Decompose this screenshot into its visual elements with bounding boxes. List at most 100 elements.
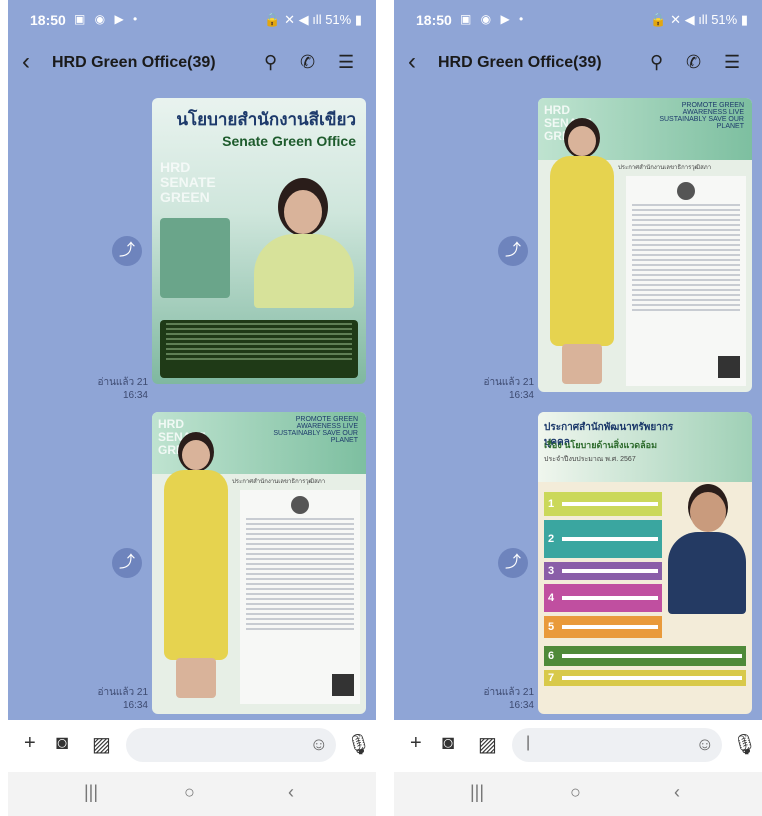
menu-icon[interactable]: ☰ [338,52,354,73]
image-message[interactable]: นโยบายสำนักงานสีเขียว Senate Green Offic… [152,98,366,384]
system-nav-bar: ||| ○ ‹ [394,772,762,816]
message-meta: อ่านแล้ว 21 16:34 [462,686,534,712]
read-label: อ่านแล้ว 21 [97,687,148,698]
policy-item: 2 [544,520,662,558]
home-icon[interactable]: ○ [184,782,195,803]
message-meta: อ่านแล้ว 21 16:34 [76,686,148,712]
search-icon[interactable]: ⚲ [264,52,277,73]
phone-icon[interactable]: ✆ [300,52,315,73]
announce-title: ประกาศสำนักงานเลขาธิการวุฒิสภา [618,165,712,171]
policy-item: 5 [544,616,662,638]
mic-icon[interactable]: 🎙 [732,732,757,757]
emoji-icon[interactable]: ☺ [310,734,328,755]
share-icon[interactable]: ⤴ [498,236,528,266]
share-icon[interactable]: ⤴ [498,548,528,578]
battery-level: 51% [711,12,738,27]
image-icon[interactable]: ▨ [478,732,497,757]
chat-title: HRD Green Office(39) [438,54,602,71]
notification-icons: ▣ ◉ ▶ • [74,12,141,26]
person-photo [542,118,622,388]
chat-title: HRD Green Office(39) [52,54,216,71]
notification-icons: ▣ ◉ ▶ • [460,12,527,26]
announce-title: ประกาศสำนักงานเลขาธิการวุฒิสภา [232,479,326,485]
building-image [160,218,230,298]
camera-icon[interactable]: ◙ [56,732,68,755]
message-time: 16:34 [122,700,148,711]
emoji-icon[interactable]: ☺ [696,734,714,755]
announcement-document [626,176,746,386]
status-time: 18:50 [416,12,452,28]
read-label: อ่านแล้ว 21 [97,377,148,388]
chat-header: ‹ HRD Green Office(39) ⚲ ✆ ☰ [394,40,762,88]
share-icon[interactable]: ⤴ [112,236,142,266]
message-meta: อ่านแล้ว 21 16:34 [462,376,534,402]
policy-item: 6 [544,646,746,666]
poster-title-english: Senate Green Office [222,133,356,149]
chat-header: ‹ HRD Green Office(39) ⚲ ✆ ☰ [8,40,376,88]
phone-screen-left: 18:50 ▣ ◉ ▶ • 🔒 ✕ ◀ ıll 51% ▮ ‹ HRD Gree… [8,0,376,816]
person-photo [666,484,748,614]
chevron-left-icon[interactable]: ‹ [22,48,30,76]
image-message[interactable]: ประกาศสำนักพัฒนาทรัพยากรบุคคล เรื่อง นโย… [538,412,752,714]
text-cursor: | [526,734,531,751]
read-label: อ่านแล้ว 21 [483,377,534,388]
input-bar: + ◙ ▨ ☺ 🎙 [8,720,376,772]
status-right: 🔒 ✕ ◀ ıll 51% ▮ [264,12,362,27]
home-icon[interactable]: ○ [570,782,581,803]
policy-item: 7 [544,670,746,686]
input-bar: + ◙ ▨ | ☺ 🎙 [394,720,762,772]
search-icon[interactable]: ⚲ [650,52,663,73]
message-time: 16:34 [508,390,534,401]
chevron-left-icon[interactable]: ‹ [408,48,416,76]
poster-banner: ประกาศสำนักพัฒนาทรัพยากรบุคคล เรื่อง นโย… [538,412,752,482]
status-right: 🔒 ✕ ◀ ıll 51% ▮ [650,12,748,27]
system-nav-bar: ||| ○ ‹ [8,772,376,816]
back-icon[interactable]: ‹ [674,782,680,803]
emblem-icon [677,182,695,200]
poster-text-block [160,320,358,378]
policy-item: 3 [544,562,662,580]
status-bar: 18:50 ▣ ◉ ▶ • 🔒 ✕ ◀ ıll 51% ▮ [394,0,762,40]
recent-apps-icon[interactable]: ||| [470,782,484,803]
image-icon[interactable]: ▨ [92,732,111,757]
status-bar: 18:50 ▣ ◉ ▶ • 🔒 ✕ ◀ ıll 51% ▮ [8,0,376,40]
person-photo [156,432,236,702]
poster-tagline: PROMOTE GREEN AWARENESS LIVE SUSTAINABLY… [659,102,744,130]
phone-screen-right: 18:50 ▣ ◉ ▶ • 🔒 ✕ ◀ ıll 51% ▮ ‹ HRD Gree… [394,0,762,816]
back-icon[interactable]: ‹ [288,782,294,803]
menu-icon[interactable]: ☰ [724,52,740,73]
policy-item: 1 [544,492,662,516]
policy-list: 1 2 3 4 5 [544,492,662,642]
announcement-document [240,490,360,704]
status-time: 18:50 [30,12,66,28]
image-message[interactable]: PROMOTE GREEN AWARENESS LIVE SUSTAINABLY… [152,412,366,714]
message-meta: อ่านแล้ว 21 16:34 [76,376,148,402]
plus-icon[interactable]: + [24,732,36,755]
message-time: 16:34 [122,390,148,401]
chat-area: นโยบายสำนักงานสีเขียว Senate Green Offic… [8,88,376,720]
policy-item: 4 [544,584,662,612]
camera-icon[interactable]: ◙ [442,732,454,755]
mic-icon[interactable]: 🎙 [346,732,371,757]
share-icon[interactable]: ⤴ [112,548,142,578]
phone-icon[interactable]: ✆ [686,52,701,73]
recent-apps-icon[interactable]: ||| [84,782,98,803]
poster-year: ประจำปีงบประมาณ พ.ศ. 2567 [544,456,636,463]
battery-level: 51% [325,12,352,27]
policy-list-wide: 6 7 [544,646,746,690]
message-input[interactable]: | ☺ [512,728,722,762]
chat-area: PROMOTE GREEN AWARENESS LIVE SUSTAINABLY… [394,88,762,720]
plus-icon[interactable]: + [410,732,422,755]
person-photo [248,178,358,308]
poster-subtitle: เรื่อง นโยบายด้านสิ่งแวดล้อม [544,440,658,450]
message-time: 16:34 [508,700,534,711]
read-label: อ่านแล้ว 21 [483,687,534,698]
poster-tagline: PROMOTE GREEN AWARENESS LIVE SUSTAINABLY… [273,416,358,444]
message-input[interactable]: ☺ [126,728,336,762]
poster-title-thai: นโยบายสำนักงานสีเขียว [176,110,356,129]
qr-code [718,356,740,378]
emblem-icon [291,496,309,514]
qr-code [332,674,354,696]
poster-watermark: HRD SENATE GREEN [160,159,216,205]
image-message[interactable]: PROMOTE GREEN AWARENESS LIVE SUSTAINABLY… [538,98,752,392]
